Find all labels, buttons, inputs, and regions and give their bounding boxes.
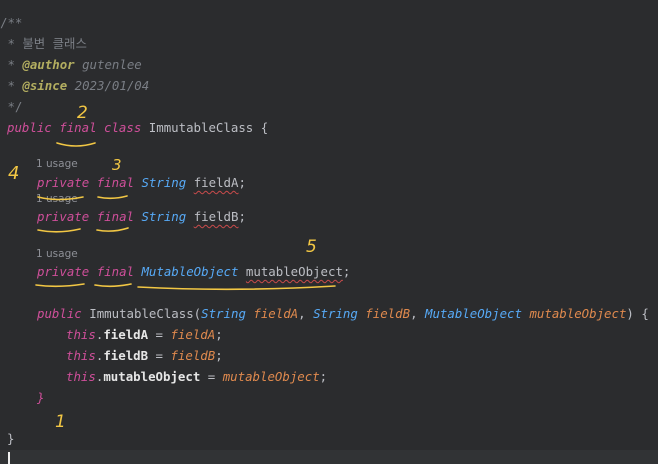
annotation-underline-private-2 [37, 228, 81, 233]
annotation-underline-final-3 [94, 283, 132, 288]
annotation-underline-private-1 [37, 196, 84, 201]
handwritten-annotations: 2 3 4 5 1 [8, 103, 336, 432]
annotation-underline-final-2 [96, 227, 129, 232]
text-caret [8, 452, 10, 464]
annotation-number-2: 2 [77, 103, 88, 123]
annotation-number-5: 5 [306, 237, 317, 257]
annotation-underline-private-3 [35, 283, 85, 288]
annotation-number-3: 3 [112, 156, 122, 174]
annotation-number-4: 4 [8, 163, 19, 184]
annotation-underline-final-class [56, 142, 96, 147]
editor-bottom-bar [0, 450, 658, 464]
annotation-underline-mutableObject [137, 285, 336, 291]
annotation-number-1: 1 [55, 412, 66, 432]
code-editor[interactable]: /** * 불변 클래스 * @author gutenlee * @since… [0, 0, 658, 450]
annotation-underline-final-1 [97, 195, 128, 200]
